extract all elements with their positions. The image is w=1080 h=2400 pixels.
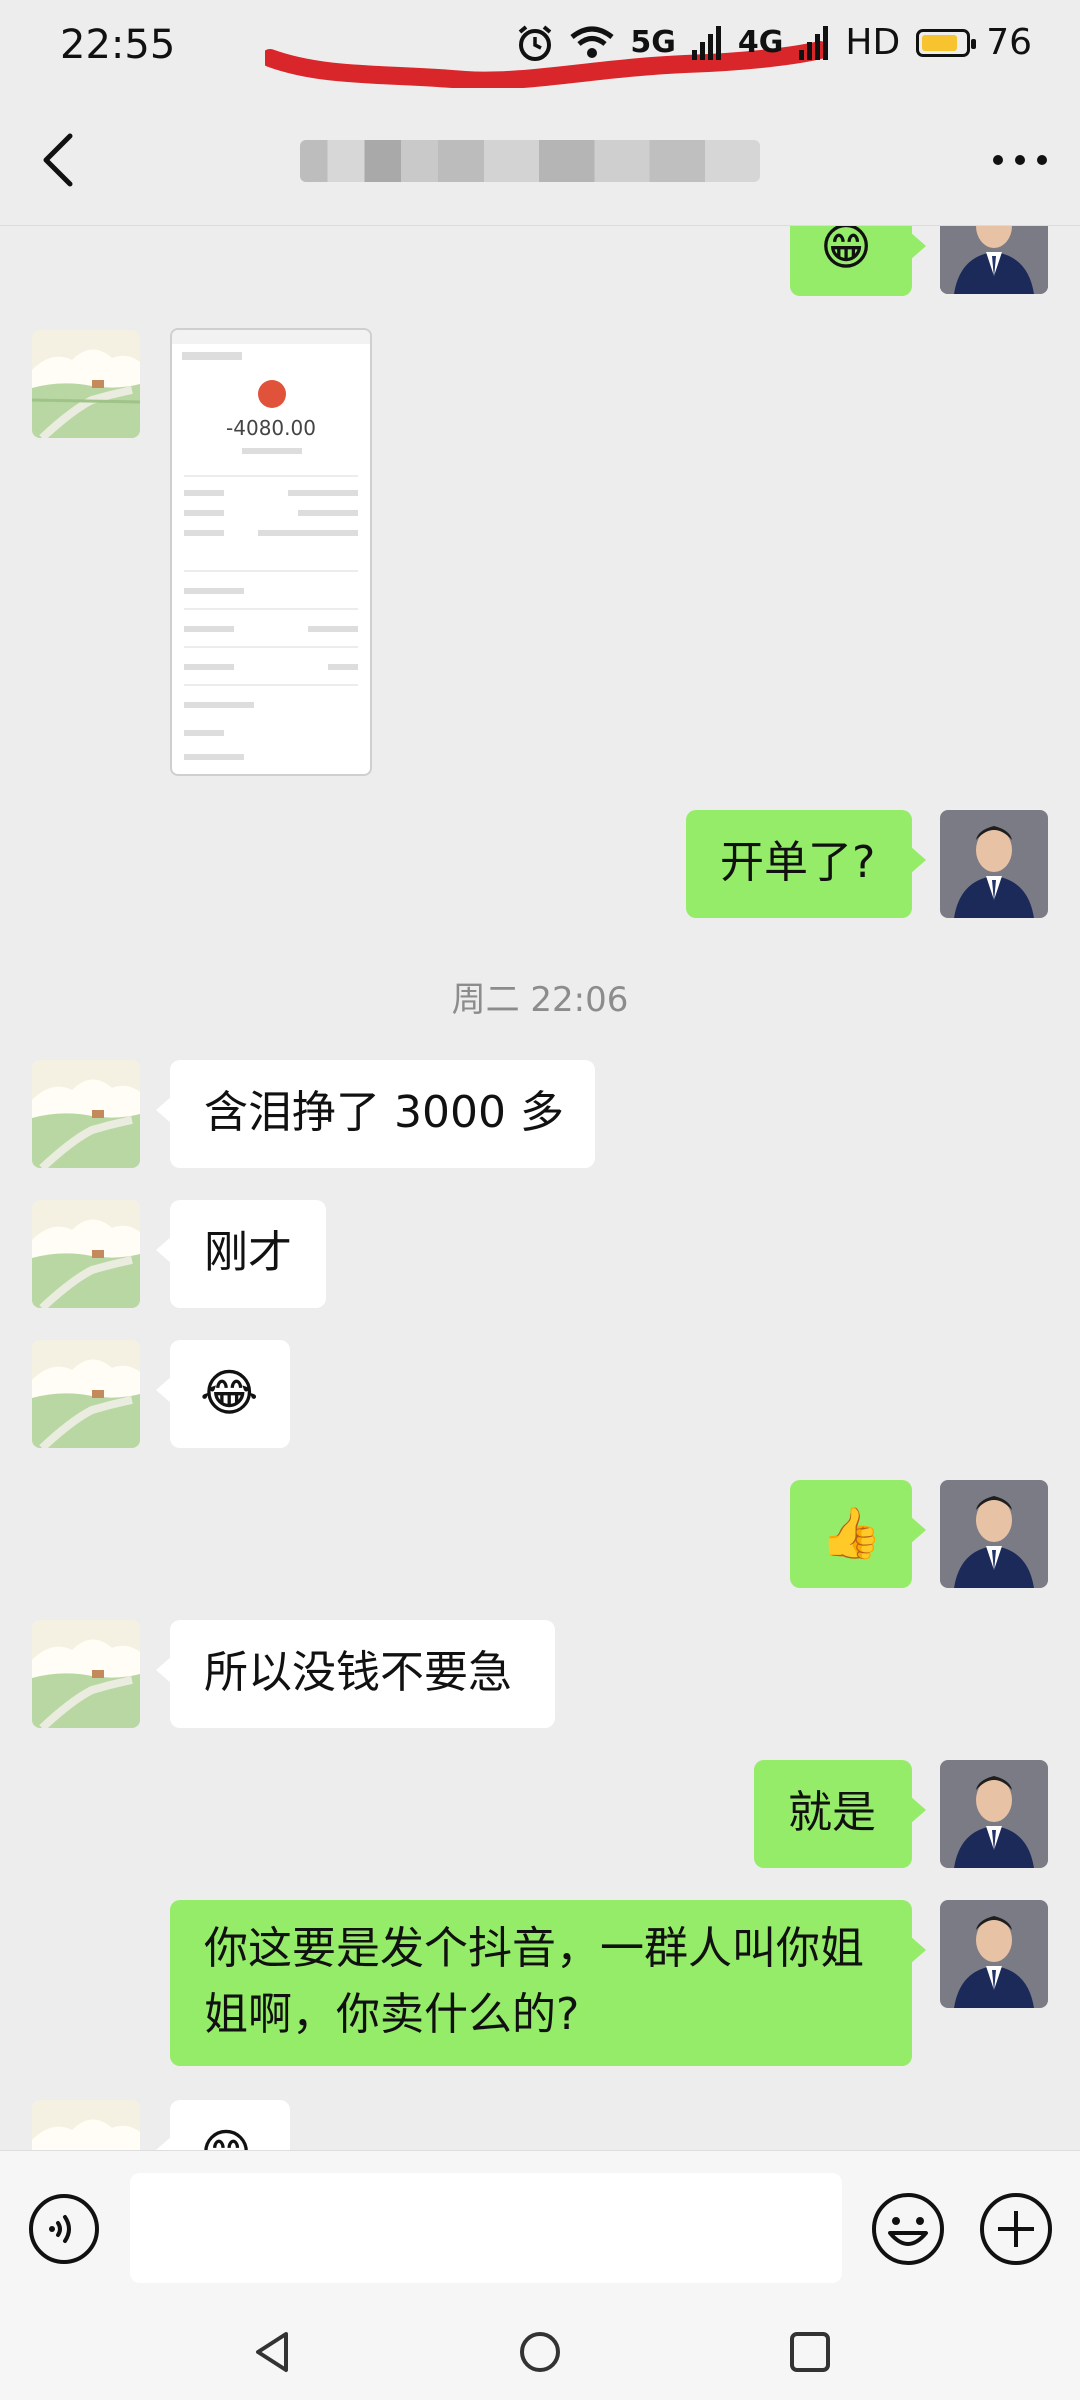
nav-home-icon[interactable] bbox=[516, 2328, 564, 2376]
payment-screenshot-image[interactable]: -4080.00 bbox=[170, 328, 372, 776]
contact-avatar[interactable] bbox=[32, 2100, 140, 2151]
screenshot-amount: -4080.00 bbox=[226, 416, 316, 440]
signal-icon-2 bbox=[799, 25, 829, 60]
outgoing-message[interactable]: 开单了? bbox=[686, 810, 926, 918]
message-input[interactable] bbox=[130, 2173, 842, 2283]
more-options-icon[interactable] bbox=[990, 150, 1050, 170]
network-5g-label: 5G bbox=[630, 25, 676, 60]
incoming-message[interactable]: 含泪挣了 3000 多 bbox=[156, 1060, 595, 1168]
contact-avatar[interactable] bbox=[32, 330, 140, 438]
message-text: 开单了? bbox=[720, 837, 876, 888]
nav-back-icon[interactable] bbox=[248, 2328, 296, 2376]
nav-recents-icon[interactable] bbox=[786, 2328, 834, 2376]
voice-input-icon[interactable] bbox=[28, 2193, 100, 2265]
message-text: 你这要是发个抖音，一群人叫你姐姐啊，你卖什么的? bbox=[204, 1923, 864, 2040]
my-avatar[interactable] bbox=[940, 1480, 1048, 1588]
timestamp: 周二 22:06 bbox=[451, 980, 629, 1020]
hd-label: HD bbox=[845, 22, 901, 63]
incoming-message[interactable]: 所以没钱不要急 bbox=[156, 1620, 555, 1728]
chat-header bbox=[0, 100, 1080, 226]
contact-avatar[interactable] bbox=[32, 1620, 140, 1728]
incoming-message[interactable]: 刚才 bbox=[156, 1200, 326, 1308]
alarm-icon bbox=[519, 24, 552, 61]
system-navigation-bar bbox=[0, 2310, 1080, 2400]
contact-avatar[interactable] bbox=[32, 1340, 140, 1448]
plus-icon[interactable] bbox=[978, 2191, 1054, 2267]
wifi-icon bbox=[570, 26, 614, 58]
outgoing-emoji-bubble[interactable]: 😁 bbox=[790, 226, 926, 296]
incoming-emoji-bubble[interactable]: 😂 bbox=[156, 1340, 290, 1448]
message-text: 刚才 bbox=[204, 1227, 292, 1278]
back-arrow-icon[interactable] bbox=[34, 130, 84, 190]
grin-emoji: 😁 bbox=[820, 226, 873, 276]
chat-title-redacted bbox=[300, 140, 760, 182]
my-avatar[interactable] bbox=[940, 1760, 1048, 1868]
battery-level: 76 bbox=[986, 22, 1032, 63]
my-avatar[interactable] bbox=[940, 1900, 1048, 2008]
status-time: 22:55 bbox=[60, 22, 176, 68]
network-4g-label: 4G bbox=[737, 25, 784, 60]
outgoing-message[interactable]: 就是 bbox=[754, 1760, 926, 1868]
contact-avatar[interactable] bbox=[32, 1060, 140, 1168]
battery-icon bbox=[916, 28, 977, 57]
message-text: 就是 bbox=[788, 1787, 876, 1838]
emoji-icon[interactable] bbox=[870, 2191, 946, 2267]
input-bar bbox=[0, 2150, 1080, 2311]
incoming-emoji-bubble[interactable]: 😊 bbox=[156, 2100, 290, 2151]
status-icons: 5G 4G HD 76 bbox=[516, 22, 1032, 63]
message-list[interactable]: 😁 -4080.00 开单了? 周二 22:06 含泪挣了 3000 多 刚才 … bbox=[0, 226, 1080, 2151]
thumbs-up-emoji: 👍 bbox=[820, 1504, 883, 1562]
smile-emoji: 😊 bbox=[200, 2124, 252, 2151]
outgoing-message[interactable]: 你这要是发个抖音，一群人叫你姐姐啊，你卖什么的? bbox=[170, 1900, 926, 2066]
outgoing-emoji-bubble[interactable]: 👍 bbox=[790, 1480, 926, 1588]
message-text: 所以没钱不要急 bbox=[204, 1647, 512, 1698]
my-avatar[interactable] bbox=[940, 810, 1048, 918]
contact-avatar[interactable] bbox=[32, 1200, 140, 1308]
status-bar: 22:55 5G 4G HD 76 bbox=[0, 0, 1080, 100]
my-avatar[interactable] bbox=[940, 226, 1048, 294]
signal-icon-1 bbox=[691, 25, 721, 60]
message-text: 含泪挣了 3000 多 bbox=[204, 1087, 564, 1138]
laugh-cry-emoji: 😂 bbox=[200, 1364, 259, 1422]
